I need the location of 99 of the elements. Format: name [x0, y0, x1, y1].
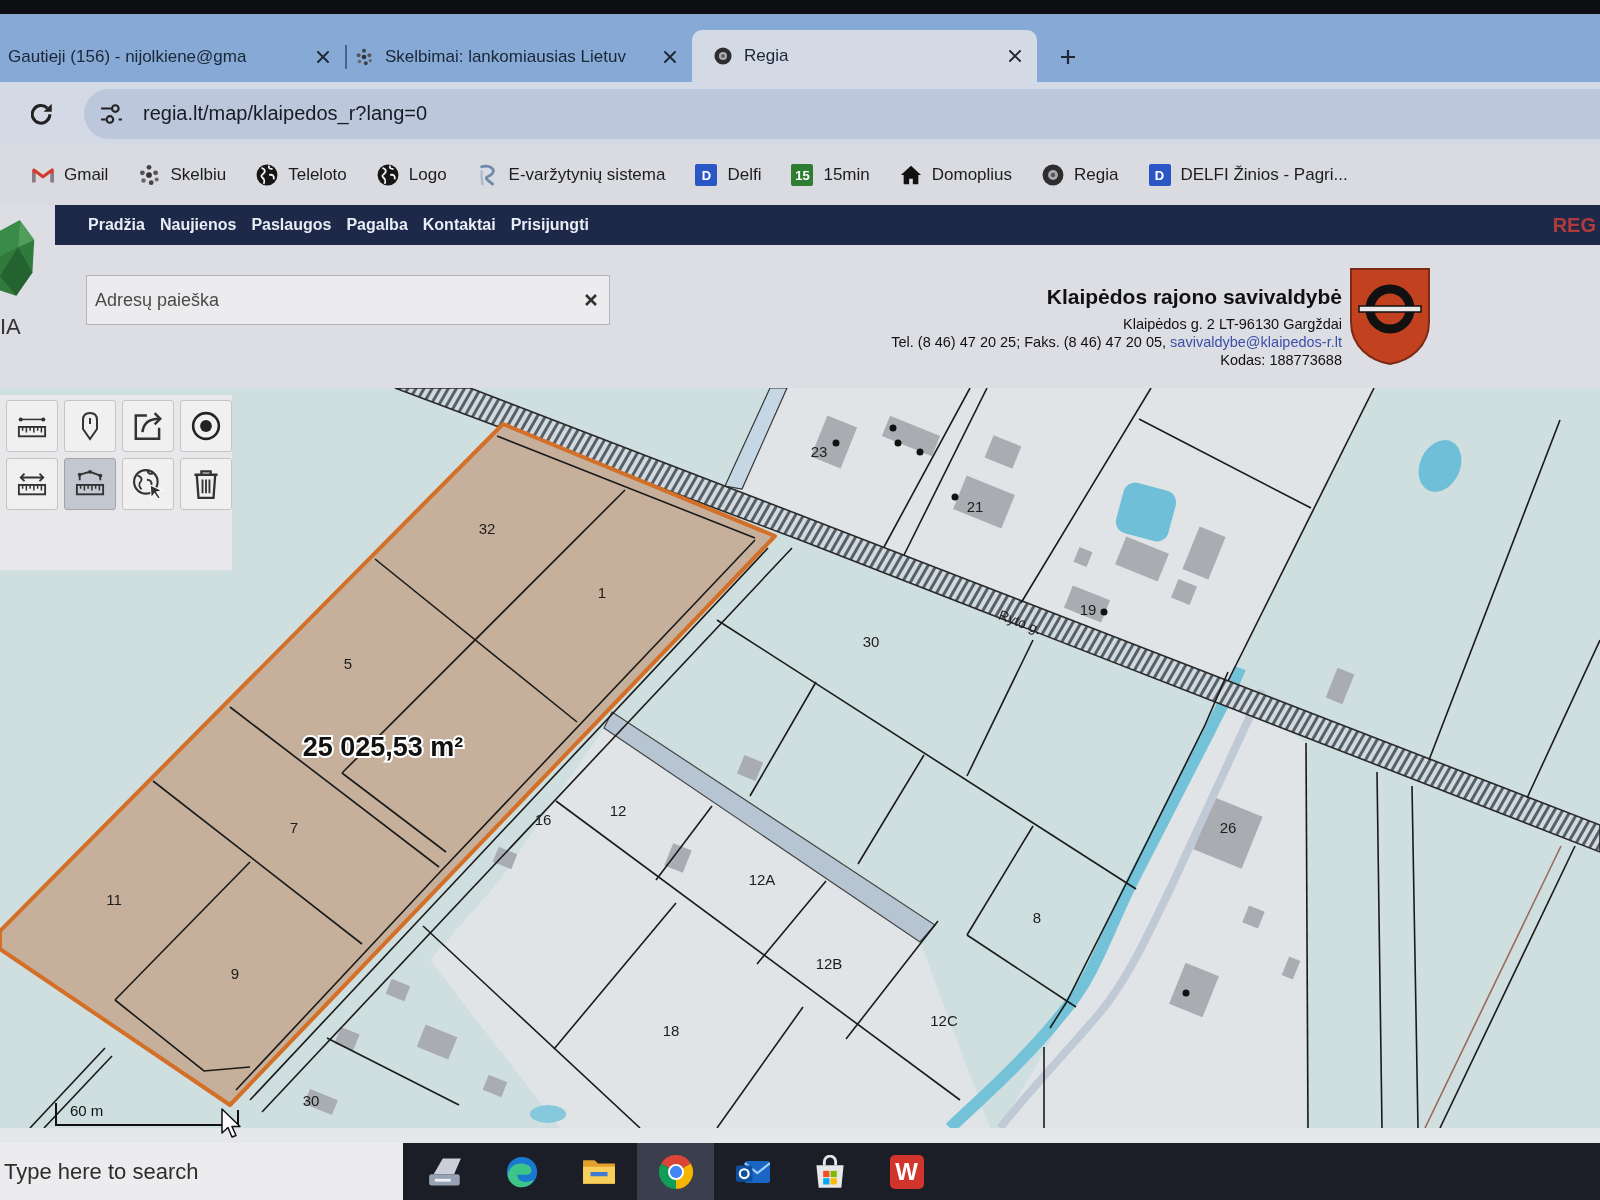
- logo-text: REG: [1552, 213, 1596, 237]
- municipality-name: Klaipėdos rajono savivaldybė: [1045, 285, 1342, 309]
- globe-icon: [376, 164, 399, 186]
- browser-tab[interactable]: Regia: [692, 30, 1037, 82]
- tool-button[interactable]: [122, 400, 174, 452]
- gem-logo-icon[interactable]: [0, 220, 36, 296]
- bookmark[interactable]: D DELFI Žinios - Pagri...: [1148, 164, 1348, 186]
- bookmark[interactable]: D Delfi: [695, 164, 762, 186]
- pond: [1418, 440, 1462, 492]
- address-point: [894, 439, 902, 447]
- tool-button[interactable]: [6, 400, 58, 452]
- tool-button[interactable]: [122, 458, 174, 510]
- parcel-number: 19: [1079, 600, 1097, 618]
- clear-icon[interactable]: [584, 293, 598, 307]
- letter-tile: W: [889, 1154, 924, 1189]
- taskbar-app[interactable]: [637, 1143, 714, 1200]
- letter-favicon: D: [1148, 164, 1171, 186]
- letter-favicon: 15: [791, 164, 814, 186]
- address-point: [889, 424, 897, 432]
- nav-link[interactable]: Paslaugos: [251, 216, 332, 234]
- parcel-number: 12C: [930, 1011, 958, 1029]
- address-point: [1182, 989, 1190, 997]
- globe-icon: [256, 164, 279, 186]
- globe-cursor-icon: [133, 469, 163, 499]
- logo-text[interactable]: IA: [0, 314, 21, 340]
- nav-link[interactable]: Pagalba: [346, 216, 408, 234]
- close-icon[interactable]: [317, 51, 329, 63]
- tune-icon[interactable]: [100, 103, 123, 124]
- address-point: [832, 439, 840, 447]
- dots-icon: [355, 48, 373, 66]
- address-bar[interactable]: regia.lt/map/klaipedos_r?lang=0: [84, 88, 1600, 139]
- parcel-number: 16: [534, 810, 552, 828]
- swirl-icon: [504, 1154, 539, 1189]
- browser-tab[interactable]: Gautieji (156) - nijolkiene@gma: [0, 32, 345, 82]
- building: [492, 846, 518, 870]
- target-icon: [191, 411, 221, 441]
- parcel-number: 18: [662, 1021, 680, 1039]
- tool-button[interactable]: [6, 458, 58, 510]
- address-point: [916, 448, 924, 456]
- parcel-number: 30: [862, 632, 880, 650]
- nav-link[interactable]: Naujienos: [159, 216, 237, 234]
- parcel-number: 12A: [748, 870, 776, 888]
- bookmark[interactable]: 15 15min: [791, 164, 870, 186]
- bookmark[interactable]: Gmail: [32, 164, 109, 186]
- bookmark[interactable]: Logo: [376, 164, 447, 186]
- building: [664, 843, 692, 873]
- street-label: Ryto g.: [996, 606, 1044, 638]
- mouse-pointer-icon: [221, 1108, 241, 1139]
- bookmark[interactable]: Regia: [1042, 164, 1119, 186]
- tool-button[interactable]: [180, 400, 232, 452]
- parcel-number: 21: [966, 497, 984, 515]
- parcel-number: 32: [478, 519, 496, 537]
- bookmark[interactable]: Domoplius: [899, 164, 1013, 186]
- parcel-number: 1: [597, 583, 607, 601]
- parcel-number: 30: [302, 1091, 320, 1109]
- contact-line: Tel. (8 46) 47 20 25; Faks. (8 46) 47 20 05, savivaldybe@klaipedos-r.lt: [891, 333, 1342, 351]
- disc-icon: [1042, 164, 1065, 186]
- trash-icon: [191, 469, 221, 499]
- disc-icon: [714, 47, 732, 65]
- browser-tab[interactable]: Skelbimai: lankomiausias Lietuv: [347, 32, 692, 82]
- parcel-number: 5: [343, 654, 353, 672]
- taskbar-search-field[interactable]: Type here to search: [0, 1143, 403, 1200]
- parcel-number: 23: [810, 442, 828, 460]
- tool-button[interactable]: [180, 458, 232, 510]
- nav-link[interactable]: Kontaktai: [422, 216, 496, 234]
- nav-link[interactable]: Prisijungti: [510, 216, 589, 234]
- dots-icon: [138, 164, 161, 186]
- bookmark[interactable]: E-varžytynių sistema: [476, 164, 666, 186]
- parcel-number: 8: [1032, 908, 1042, 926]
- parcel-number: 12: [609, 801, 627, 819]
- close-icon[interactable]: [1009, 50, 1021, 62]
- scale-label: 60 m: [70, 1102, 104, 1119]
- address-search-field[interactable]: Adresų paieška: [86, 275, 610, 325]
- parcel-number: 11: [106, 890, 122, 908]
- bookmark[interactable]: Teleloto: [256, 164, 347, 186]
- parcel-number: 9: [230, 964, 240, 982]
- plus-icon[interactable]: [1061, 50, 1075, 64]
- address-text: Klaipėdos g. 2 LT-96130 Gargždai: [1122, 315, 1342, 333]
- coat-of-arms-icon: [1349, 267, 1431, 365]
- company-code: Kodas: 188773688: [1219, 351, 1342, 369]
- address-point: [1100, 608, 1108, 616]
- reload-icon[interactable]: [31, 102, 53, 125]
- address-point: [951, 493, 959, 501]
- email-link[interactable]: savivaldybe@klaipedos-r.lt: [1170, 334, 1342, 350]
- taskbar-app[interactable]: W: [868, 1143, 945, 1200]
- house-icon: [899, 164, 922, 186]
- selected-parcel-area[interactable]: [0, 422, 777, 1107]
- parcel-number: 12B: [815, 954, 843, 972]
- tricolor-circle-icon: [658, 1154, 693, 1189]
- tool-button[interactable]: [64, 400, 116, 452]
- bookmark[interactable]: Skelbiu: [138, 164, 227, 186]
- pond: [530, 1105, 566, 1123]
- parcel-number: 7: [289, 818, 299, 836]
- share-icon: [133, 411, 163, 441]
- close-icon[interactable]: [664, 51, 676, 63]
- tool-button[interactable]: [64, 458, 116, 510]
- nav-link[interactable]: Pradžia: [88, 216, 145, 234]
- parcel-number: 26: [1219, 818, 1237, 836]
- letter-favicon: D: [695, 164, 718, 186]
